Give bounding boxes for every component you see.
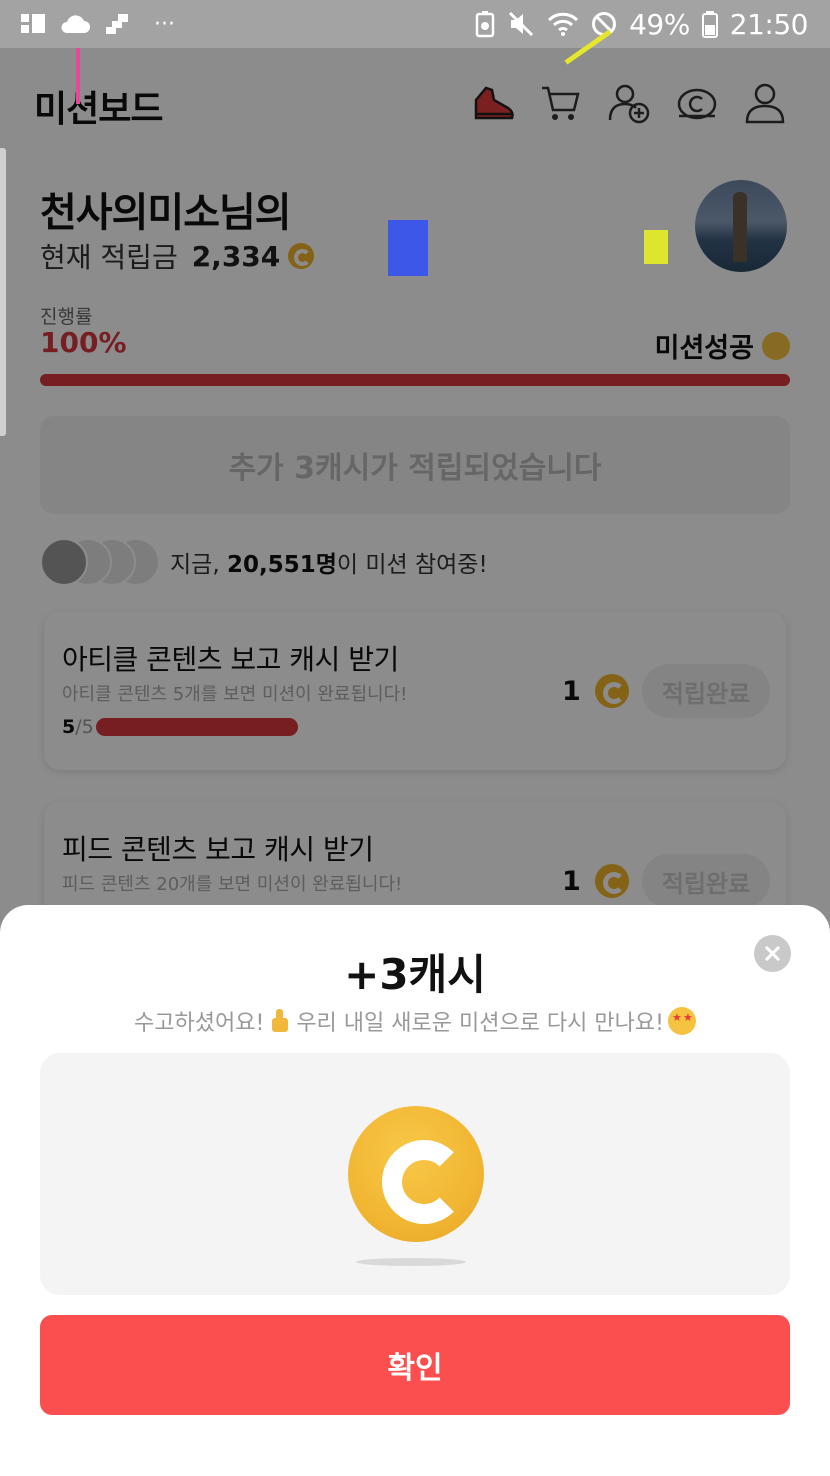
reward-title: +3캐시 (344, 950, 486, 999)
battery-icon (701, 11, 718, 38)
blue-annotation-mark (388, 220, 428, 276)
reward-message: 수고하셨어요! 우리 내일 새로운 미션으로 다시 만나요! (0, 1005, 830, 1037)
pink-annotation-mark (76, 48, 80, 104)
coin-icon (348, 1106, 484, 1242)
reward-message-part2: 우리 내일 새로운 미션으로 다시 만나요! (296, 1011, 664, 1036)
battery-percent: 49% (629, 7, 690, 41)
reward-bottom-sheet: +3캐시 수고하셨어요! 우리 내일 새로운 미션으로 다시 만나요! 확인 (0, 905, 830, 1476)
status-bar: ··· 49% 21:50 (0, 0, 830, 48)
clock: 21:50 (729, 7, 809, 41)
more-notifications-icon: ··· (154, 11, 175, 37)
lime-annotation-mark (644, 230, 668, 264)
gallery-icon (21, 14, 45, 33)
thumbs-up-icon (268, 1008, 292, 1034)
confirm-button[interactable]: 확인 (40, 1315, 790, 1415)
cloud-icon (61, 15, 90, 34)
coin-panel (40, 1053, 790, 1295)
battery-saver-icon (475, 11, 495, 38)
star-eyes-icon (667, 1007, 696, 1035)
wifi-icon (548, 12, 579, 36)
steps-icon (106, 14, 128, 34)
reward-message-part1: 수고하셨어요! (134, 1011, 265, 1036)
coin-shadow (356, 1258, 466, 1266)
edge-handle[interactable] (0, 148, 6, 436)
mute-icon (509, 11, 534, 37)
